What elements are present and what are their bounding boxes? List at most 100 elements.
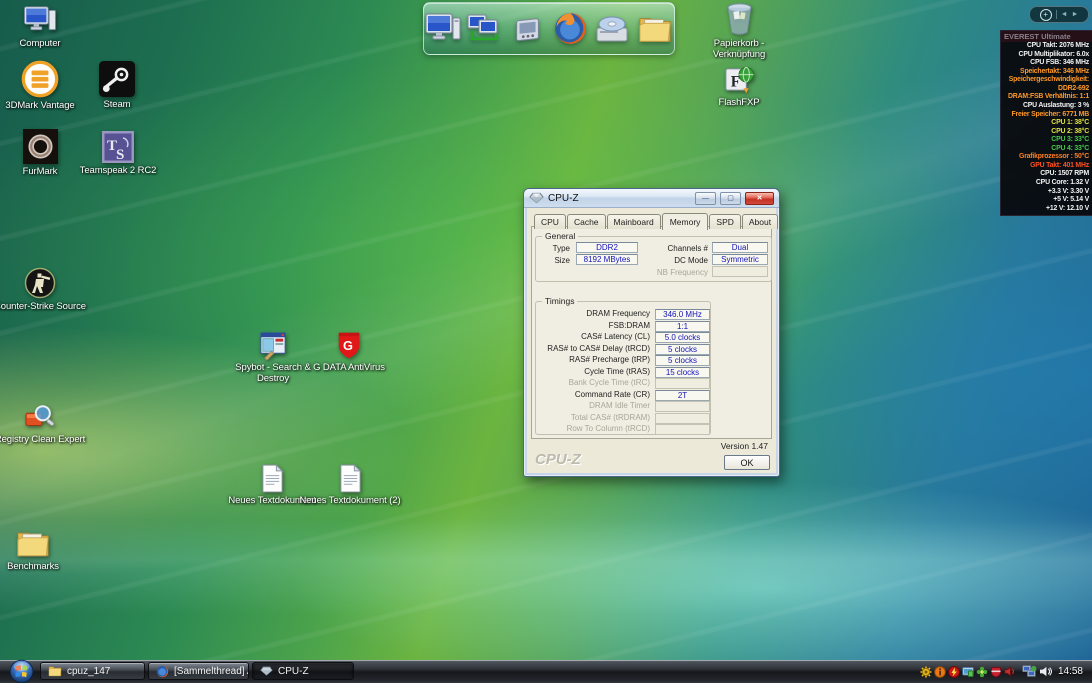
desktop-icon-registry-clean-expert[interactable]: Registry Clean Expert xyxy=(0,402,105,445)
desktop-icon-label: Steam xyxy=(104,99,131,110)
dc-mode-field: Symmetric xyxy=(712,254,768,265)
everest-row: GPU Takt: 401 MHz xyxy=(1001,162,1092,171)
field-label: Size xyxy=(536,256,570,265)
gold-gear-icon[interactable] xyxy=(920,666,932,678)
tab-mainboard[interactable]: Mainboard xyxy=(607,214,661,229)
red-bolt-icon[interactable] xyxy=(948,666,960,678)
display-panel-icon xyxy=(511,12,545,46)
gadget-bar: + ◄ ► xyxy=(1029,6,1089,23)
desktop-icon-label: Computer xyxy=(20,38,61,49)
everest-row: CPU Takt: 2076 MHz xyxy=(1001,42,1092,51)
desktop-icon-counter-strike-source[interactable]: Counter-Strike Source xyxy=(0,267,105,312)
network-icon[interactable] xyxy=(1022,665,1037,678)
timings-groupbox-legend: Timings xyxy=(542,296,577,306)
desktop-icon-computer[interactable]: Computer xyxy=(0,5,88,49)
timings-groupbox: Timings DRAM Frequency346.0 MHz FSB:DRAM… xyxy=(535,301,711,435)
taskbar-button-label: CPU-Z xyxy=(278,666,309,677)
close-button[interactable]: ✕ xyxy=(745,192,774,205)
green-flower-icon[interactable] xyxy=(976,666,988,678)
maximize-button[interactable]: ▢ xyxy=(720,192,741,205)
network-icon xyxy=(467,12,503,46)
folder-icon xyxy=(16,528,50,559)
desktop-icon-label: FurMark xyxy=(23,166,58,177)
tab-memory[interactable]: Memory xyxy=(662,213,709,230)
dock-item-disc-drive[interactable] xyxy=(594,9,632,49)
desktop-icon-papierkorb[interactable]: Papierkorb - Verknüpfung xyxy=(696,2,782,60)
everest-title: EVEREST Ultimate xyxy=(1001,31,1092,42)
dock-item-display-panel[interactable] xyxy=(509,9,547,49)
cas-latency-field: 5.0 clocks xyxy=(655,332,710,343)
minimize-button[interactable]: — xyxy=(695,192,716,205)
cpuz-titlebar[interactable]: CPU-Z — ▢ ✕ xyxy=(524,189,779,208)
cpuz-window: CPU-Z — ▢ ✕ CPU Cache Mainboard Memory S… xyxy=(523,188,780,477)
tab-about[interactable]: About xyxy=(742,214,778,229)
tab-spd[interactable]: SPD xyxy=(709,214,740,229)
red-speaker-icon[interactable] xyxy=(1004,666,1016,677)
timing-label: Total CAS# (tRDRAM) xyxy=(538,413,650,422)
field-label: NB Frequency xyxy=(640,268,708,277)
memory-tab-page: General Type DDR2 Size 8192 MBytes Chann… xyxy=(531,226,772,439)
everest-row: +12 V: 12.10 V xyxy=(1001,205,1092,214)
svg-text:S: S xyxy=(116,147,124,163)
desktop-icon-steam[interactable]: Steam xyxy=(69,61,165,110)
bank-cycle-time-field xyxy=(655,378,710,389)
ok-button[interactable]: OK xyxy=(724,455,770,470)
cpuz-tab-strip: CPU Cache Mainboard Memory SPD About xyxy=(534,212,779,229)
everest-row: Speichertakt: 346 MHz xyxy=(1001,68,1092,77)
folder-icon xyxy=(48,665,62,677)
desktop-icon-gdata-antivirus[interactable]: G G DATA AntiVirus xyxy=(289,331,409,373)
gadget-bar-divider xyxy=(1056,10,1057,19)
row-to-column-field xyxy=(655,424,710,435)
version-text: Version 1.47 xyxy=(721,441,768,451)
3dmark-icon xyxy=(21,60,59,98)
desktop-icon-benchmarks[interactable]: Benchmarks xyxy=(0,528,81,572)
prev-gadget-icon[interactable]: ◄ xyxy=(1061,11,1068,18)
command-rate-field: 2T xyxy=(655,390,710,401)
desktop-icon-flashfxp[interactable]: F FlashFXP xyxy=(691,64,787,108)
desktop-icon-label: 3DMark Vantage xyxy=(5,100,74,111)
dock-item-computer[interactable] xyxy=(424,9,462,49)
tab-cache[interactable]: Cache xyxy=(567,214,606,229)
dram-idle-timer-field xyxy=(655,401,710,412)
add-gadget-icon[interactable]: + xyxy=(1040,9,1052,21)
memory-type-field: DDR2 xyxy=(576,242,638,253)
red-shield-icon[interactable] xyxy=(990,666,1002,678)
fsb-dram-field: 1:1 xyxy=(655,321,710,332)
volume-icon[interactable] xyxy=(1039,666,1052,677)
taskbar-button-cpuz[interactable]: CPU-Z xyxy=(252,662,354,680)
desktop-icon-teamspeak[interactable]: TS Teamspeak 2 RC2 xyxy=(63,131,173,176)
timing-label: DRAM Frequency xyxy=(538,309,650,318)
blue-display-icon[interactable] xyxy=(962,666,974,678)
orange-info-icon[interactable] xyxy=(934,666,946,678)
dock-item-firefox[interactable] xyxy=(552,9,590,49)
firefox-icon xyxy=(156,665,169,678)
dock xyxy=(423,2,675,55)
dram-frequency-field: 346.0 MHz xyxy=(655,309,710,320)
cycle-time-field: 15 clocks xyxy=(655,367,710,378)
desktop-icon-neues-textdokument-2[interactable]: Neues Textdokument (2) xyxy=(298,464,402,506)
desktop-icon-label: Teamspeak 2 RC2 xyxy=(80,165,157,176)
timing-label: Row To Column (tRCD) xyxy=(538,424,650,433)
timing-label: RAS# Precharge (tRP) xyxy=(538,355,650,364)
ras-precharge-field: 5 clocks xyxy=(655,355,710,366)
everest-osd-panel: EVEREST Ultimate CPU Takt: 2076 MHz CPU … xyxy=(1000,30,1092,216)
timing-label: Bank Cycle Time (tRC) xyxy=(538,378,650,387)
cpuz-window-body: CPU Cache Mainboard Memory SPD About Gen… xyxy=(527,208,776,473)
tab-cpu[interactable]: CPU xyxy=(534,214,566,229)
nb-frequency-field xyxy=(712,266,768,277)
cpuz-logo: CPU-Z xyxy=(535,451,581,468)
total-cas-field xyxy=(655,413,710,424)
dock-item-documents-folder[interactable] xyxy=(637,9,675,49)
timing-label: RAS# to CAS# Delay (tRCD) xyxy=(538,344,650,353)
everest-row: +5 V: 5.14 V xyxy=(1001,196,1092,205)
ras-to-cas-field: 5 clocks xyxy=(655,344,710,355)
taskbar-clock[interactable]: 14:58 xyxy=(1058,666,1083,677)
next-gadget-icon[interactable]: ► xyxy=(1072,11,1079,18)
cpuz-gem-icon xyxy=(529,192,544,204)
timing-label: FSB:DRAM xyxy=(538,321,650,330)
dock-item-network[interactable] xyxy=(467,9,505,49)
everest-row: CPU 3: 33°C xyxy=(1001,136,1092,145)
taskbar-button-firefox[interactable]: [Sammelthread] As... xyxy=(148,662,249,680)
start-button[interactable] xyxy=(9,659,34,683)
taskbar-button-cpuz147[interactable]: cpuz_147 xyxy=(40,662,145,680)
